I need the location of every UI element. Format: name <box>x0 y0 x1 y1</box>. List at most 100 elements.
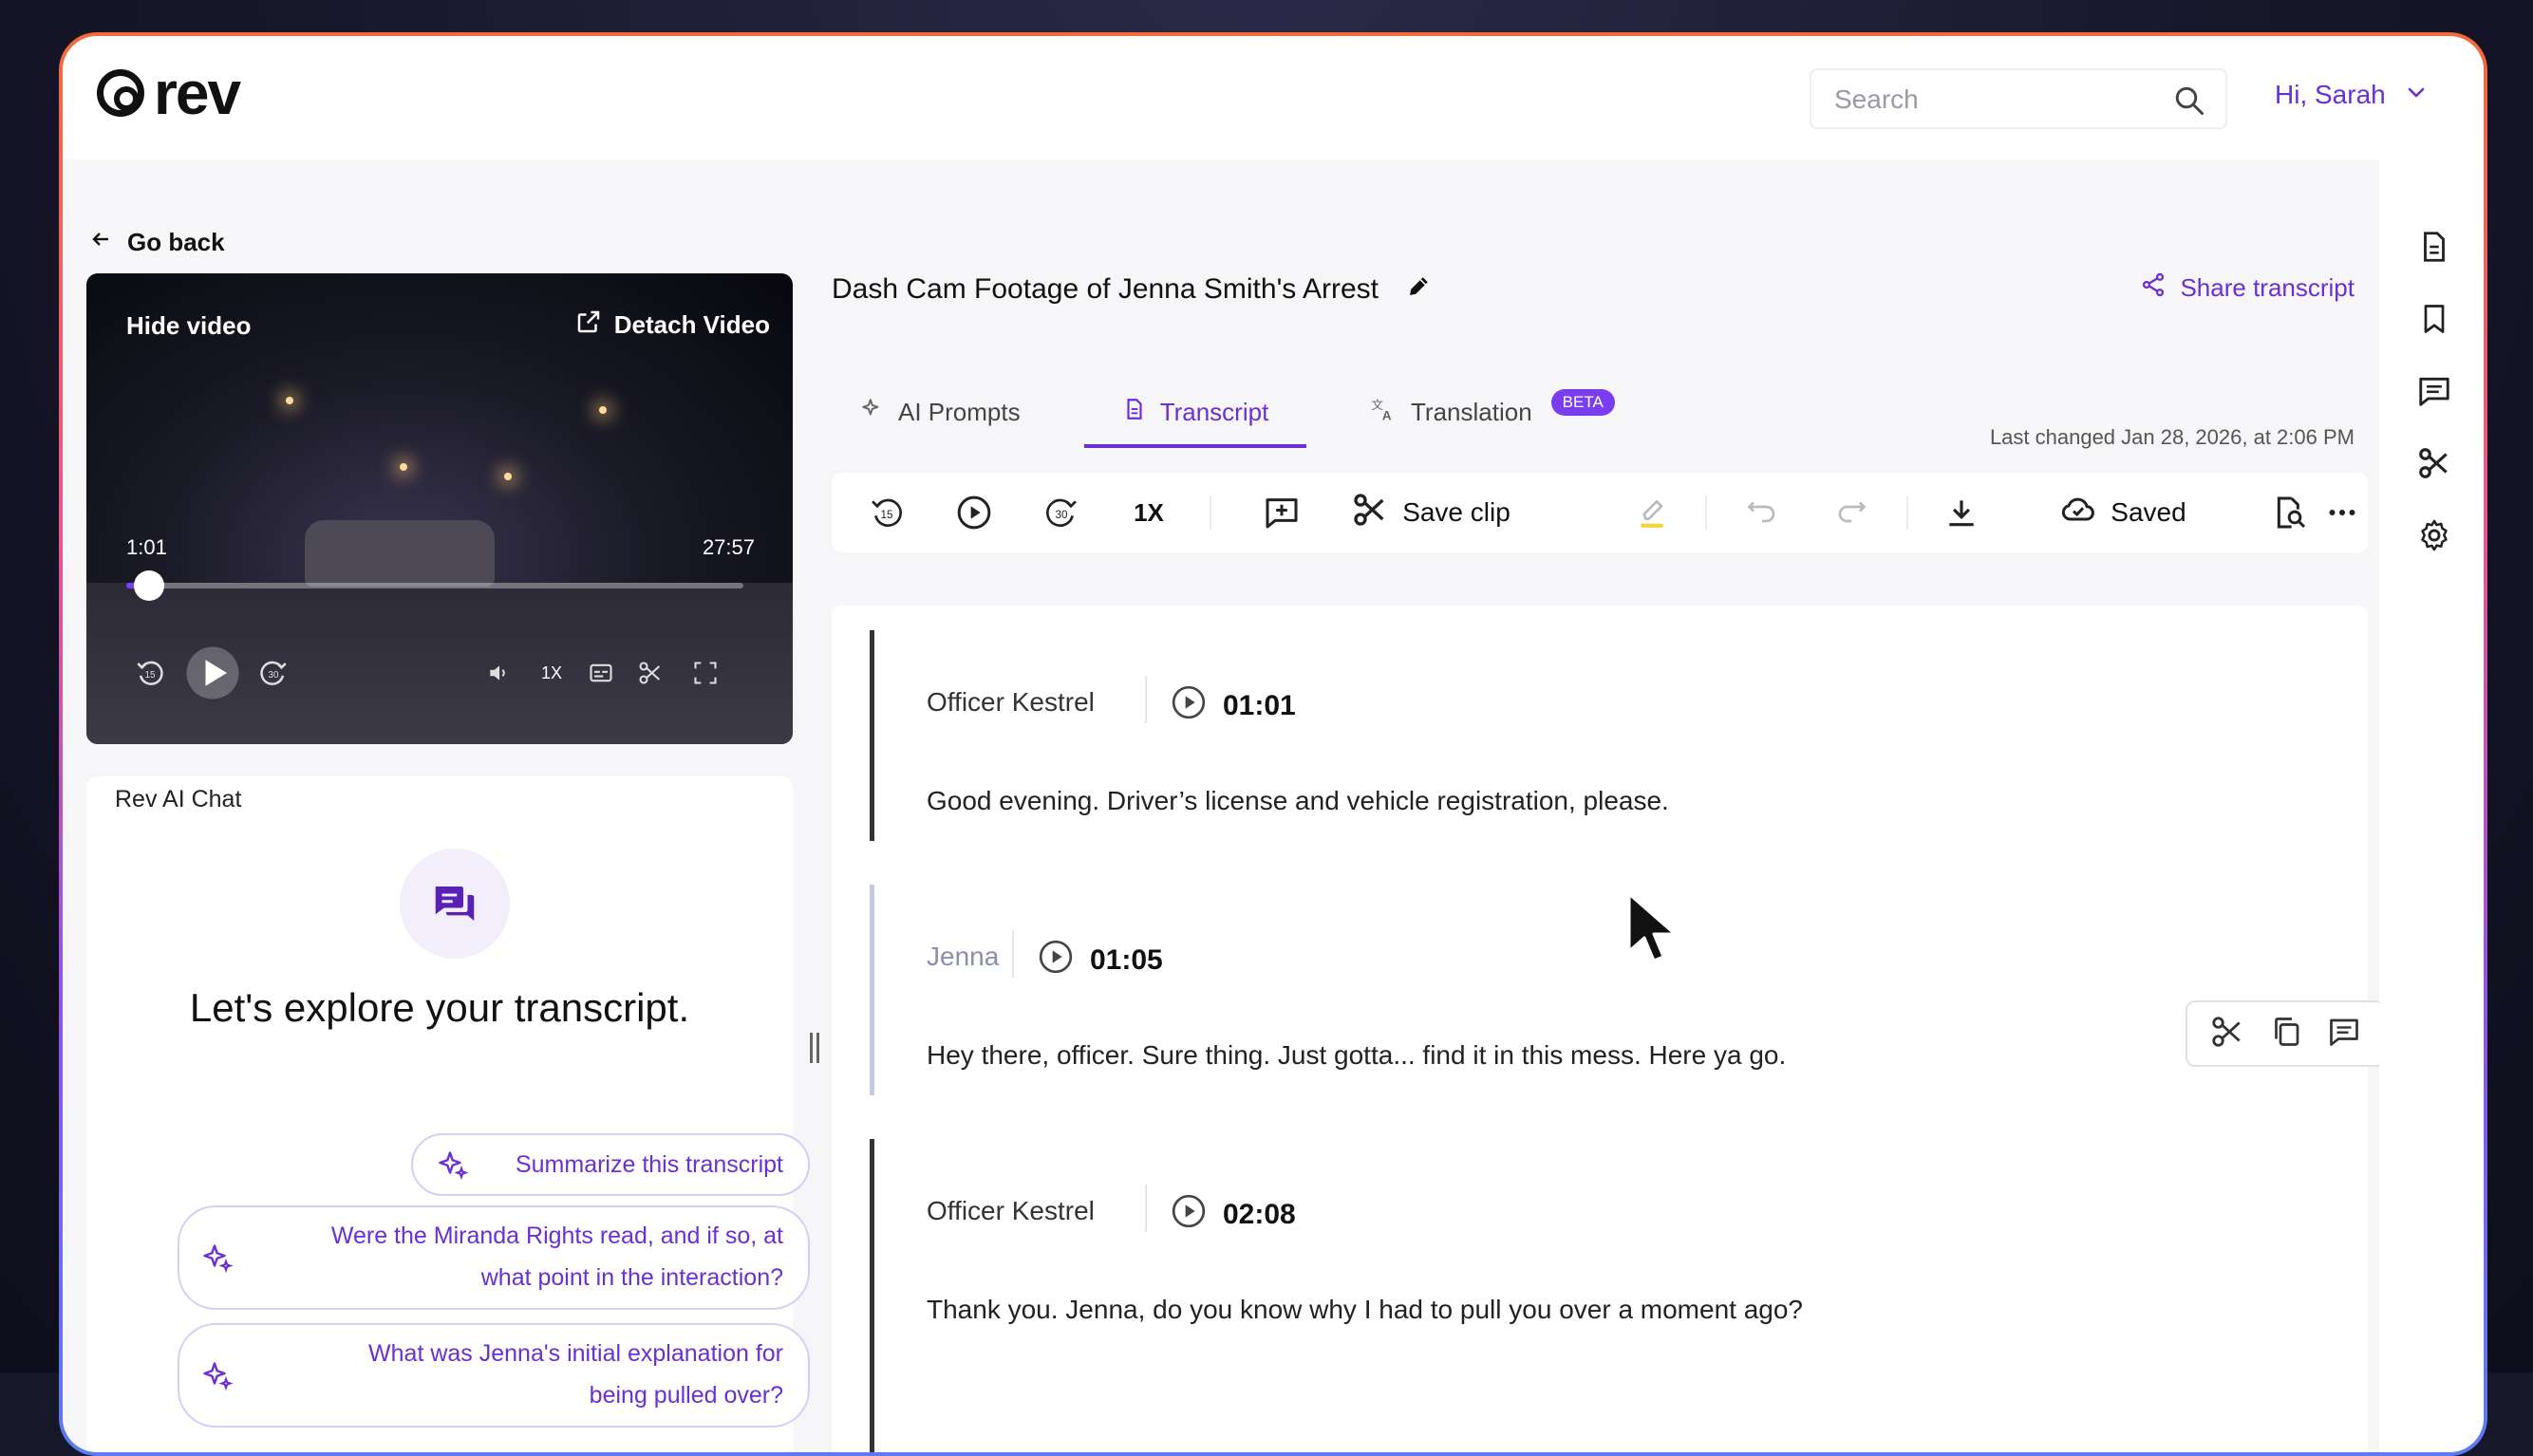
playback-speed-button[interactable]: 1X <box>1122 473 1175 552</box>
chat-heading: Let's explore your transcript. <box>189 985 690 1030</box>
toolbar-forward-label: 30 <box>1056 509 1068 521</box>
ai-chat-panel: Rev AI Chat Let's explore your transcrip… <box>86 776 810 1452</box>
comment-icon[interactable] <box>2327 1015 2361 1054</box>
copy-icon[interactable] <box>2269 1015 2303 1054</box>
suggestion-text: What was Jenna's initial explanation for <box>368 1340 783 1367</box>
document-icon[interactable] <box>2413 226 2455 268</box>
video-duration: 27:57 <box>702 535 755 559</box>
rewind-15-button[interactable]: 15 <box>860 473 913 552</box>
video-forward-label: 30 <box>268 670 279 681</box>
user-menu[interactable]: Hi, Sarah <box>2275 80 2428 110</box>
app-window: rev Hi, Sarah Go back <box>63 36 2484 1452</box>
video-scrubber[interactable] <box>126 570 743 601</box>
video-scrubber-knob[interactable] <box>133 570 164 601</box>
arrow-left-icon <box>89 228 112 257</box>
video-rewind-15-button[interactable]: 15 <box>126 649 174 697</box>
video-streetlight <box>286 397 293 404</box>
transcript-segment[interactable]: Jenna 01:05 Hey there, officer. Sure thi… <box>870 885 2332 1095</box>
bookmark-icon[interactable] <box>2413 298 2455 340</box>
download-icon[interactable] <box>1935 473 1988 552</box>
speaker-divider <box>1145 676 1147 723</box>
find-in-document-icon[interactable] <box>2263 473 2317 552</box>
save-clip-label: Save clip <box>1402 497 1510 527</box>
segment-text[interactable]: Hey there, officer. Sure thing. Just got… <box>927 1040 1786 1071</box>
last-changed-timestamp: Last changed Jan 28, 2026, at 2:06 PM <box>1989 425 2355 449</box>
video-clip-scissors-icon[interactable] <box>629 649 671 697</box>
share-icon <box>2140 271 2167 305</box>
segment-text[interactable]: Good evening. Driver’s license and vehic… <box>927 786 1669 816</box>
document-title-row: Dash Cam Footage of Jenna Smith's Arrest <box>832 271 1434 308</box>
video-player[interactable]: Hide video Detach Video 1:01 27:57 15 30… <box>86 273 793 744</box>
user-greeting[interactable]: Hi, Sarah <box>2275 80 2386 110</box>
search-input[interactable] <box>1832 84 2159 116</box>
timestamp-button[interactable]: 01:05 <box>1037 938 1163 983</box>
toolbar-divider <box>1705 495 1707 530</box>
tab-ai-prompts[interactable]: AI Prompts <box>860 376 1050 448</box>
cloud-check-icon <box>2059 491 2097 535</box>
video-streetlight <box>400 463 407 471</box>
go-back-label[interactable]: Go back <box>127 228 225 257</box>
timestamp-button[interactable]: 01:01 <box>1170 683 1296 729</box>
play-circle-icon <box>1170 683 1208 729</box>
speaker-name[interactable]: Officer Kestrel <box>927 687 1095 718</box>
forward-30-button[interactable]: 30 <box>1035 473 1088 552</box>
suggestion-chip[interactable]: What was Jenna's initial explanation for… <box>178 1323 810 1428</box>
transcript-segment[interactable]: Officer Kestrel 01:01 Good evening. Driv… <box>870 630 2332 841</box>
speaker-divider <box>1012 930 1014 978</box>
tab-translation[interactable]: 文A Translation BETA <box>1369 376 1673 448</box>
save-clip-button[interactable]: Save clip <box>1341 473 1521 552</box>
mouse-pointer-icon <box>1625 890 1682 971</box>
highlighter-icon[interactable] <box>1625 473 1679 552</box>
play-button[interactable] <box>948 473 1001 552</box>
settings-gear-icon[interactable] <box>2413 514 2455 556</box>
tab-label: AI Prompts <box>898 397 1021 426</box>
chat-title: Rev AI Chat <box>115 786 242 812</box>
sparkle-icon <box>200 1241 235 1282</box>
panel-resize-handle[interactable] <box>809 1033 820 1067</box>
volume-button[interactable] <box>478 649 519 697</box>
transcript-segment[interactable]: Officer Kestrel 02:08 Thank you. Jenna, … <box>870 1139 2332 1452</box>
speaker-name[interactable]: Officer Kestrel <box>927 1196 1095 1226</box>
translate-icon: 文A <box>1369 395 1398 430</box>
video-rewind-label: 15 <box>144 670 156 681</box>
sparkle-icon <box>200 1359 235 1400</box>
suggestion-text: being pulled over? <box>589 1382 783 1409</box>
tab-label: Translation <box>1411 397 1532 426</box>
segment-text[interactable]: Thank you. Jenna, do you know why I had … <box>927 1295 1803 1325</box>
timestamp-text: 02:08 <box>1223 1199 1296 1230</box>
hide-video-button[interactable]: Hide video <box>126 311 251 341</box>
chat-bubbles-icon <box>400 849 510 959</box>
speaker-name[interactable]: Jenna <box>927 942 999 972</box>
toolbar-divider <box>1210 495 1211 530</box>
video-forward-30-button[interactable]: 30 <box>250 649 297 697</box>
sparkle-icon <box>436 1148 470 1189</box>
edit-pencil-icon[interactable] <box>1405 271 1434 308</box>
share-transcript-button[interactable]: Share transcript <box>2140 271 2355 305</box>
share-transcript-label: Share transcript <box>2180 273 2355 302</box>
search-icon[interactable] <box>2172 84 2206 122</box>
detach-video-button[interactable]: Detach Video <box>574 308 770 343</box>
suggestion-chip[interactable]: Were the Miranda Rights read, and if so,… <box>178 1205 810 1310</box>
undo-icon[interactable] <box>1736 473 1789 552</box>
tab-transcript[interactable]: Transcript <box>1084 376 1306 448</box>
svg-text:A: A <box>1382 408 1392 422</box>
go-back-link[interactable]: Go back <box>89 228 225 257</box>
add-comment-icon[interactable] <box>1255 473 1308 552</box>
video-play-button[interactable] <box>183 646 242 700</box>
comments-icon[interactable] <box>2413 370 2455 412</box>
fullscreen-icon[interactable] <box>685 649 726 697</box>
chevron-down-icon[interactable] <box>2405 80 2428 110</box>
more-options-icon[interactable] <box>2318 473 2366 552</box>
redo-icon[interactable] <box>1825 473 1878 552</box>
video-frame-car <box>305 520 495 587</box>
clips-scissors-icon[interactable] <box>2413 442 2455 484</box>
scissors-icon[interactable] <box>2209 1014 2245 1055</box>
transcript-toolbar: 15 30 1X Save clip Saved <box>832 473 2368 552</box>
rev-logo[interactable]: rev <box>97 63 241 123</box>
video-speed-button[interactable]: 1X <box>531 649 572 697</box>
rev-logo-mark-icon <box>97 69 144 117</box>
suggestion-chip[interactable]: Summarize this transcript <box>411 1133 810 1196</box>
timestamp-button[interactable]: 02:08 <box>1170 1192 1296 1238</box>
search-box[interactable] <box>1810 68 2227 129</box>
captions-button[interactable] <box>580 649 622 697</box>
